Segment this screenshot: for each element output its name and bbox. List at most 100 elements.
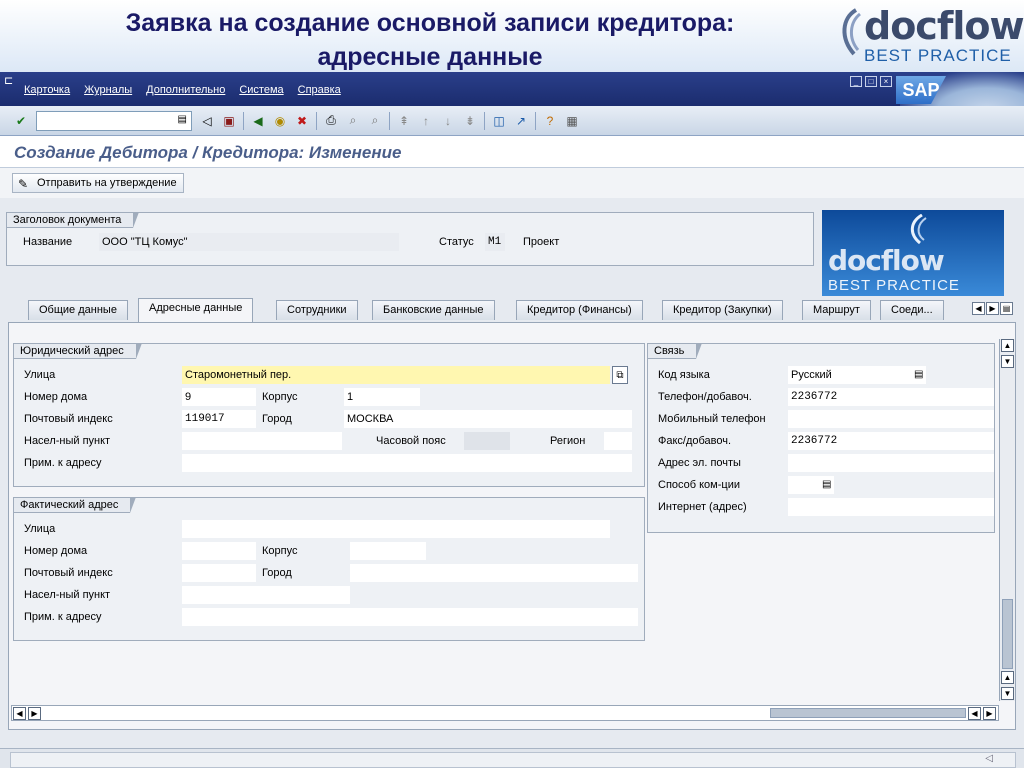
submit-for-approval-button[interactable]: ✎ Отправить на утверждение — [12, 173, 184, 193]
legal-building-field[interactable]: 1 — [344, 388, 420, 406]
comm-method-dropdown-icon[interactable]: ▤ — [822, 476, 831, 494]
legal-address-title: Юридический адрес — [13, 343, 142, 359]
actual-note-field[interactable] — [182, 608, 638, 626]
scroll-down-icon[interactable]: ▼ — [1001, 687, 1014, 700]
maximize-icon[interactable]: □ — [865, 76, 877, 87]
slide-header: Заявка на создание основной записи креди… — [0, 0, 1024, 72]
print-icon[interactable]: ⎙ — [322, 112, 340, 130]
legal-address-group: Юридический адрес Улица Старомонетный пе… — [13, 343, 645, 487]
scroll-left-icon[interactable]: ◀ — [968, 707, 981, 720]
actual-house-field[interactable] — [182, 542, 256, 560]
first-page-icon[interactable]: ⇞ — [395, 112, 413, 130]
document-header-title: Заголовок документа — [6, 212, 140, 228]
new-session-icon[interactable]: ◫ — [490, 112, 508, 130]
actual-locality-field[interactable] — [182, 586, 350, 604]
tab-address-data[interactable]: Адресные данные — [138, 298, 254, 322]
name-field[interactable]: ООО "ТЦ Комус" — [99, 233, 399, 251]
close-window-icon[interactable]: × — [880, 76, 892, 87]
menu-item-system[interactable]: Система — [239, 84, 283, 104]
horizontal-scrollbar[interactable]: ◀ ▶ ◀ ▶ — [11, 705, 999, 721]
legal-city-field[interactable]: МОСКВА — [344, 410, 632, 428]
timezone-field[interactable] — [464, 432, 510, 450]
last-page-icon[interactable]: ⇟ — [461, 112, 479, 130]
status-code-field[interactable]: M1 — [485, 233, 505, 251]
actual-street-field[interactable] — [182, 520, 610, 538]
scroll-down-icon[interactable]: ▼ — [1001, 355, 1014, 368]
legal-locality-field[interactable] — [182, 432, 342, 450]
docflow-swirl-icon — [842, 8, 862, 56]
previous-page-icon[interactable]: ↑ — [417, 112, 435, 130]
find-icon[interactable]: ⌕ — [344, 112, 362, 130]
slide-title-line-1: Заявка на создание основной записи креди… — [125, 9, 735, 37]
scroll-up-icon[interactable]: ▲ — [1001, 671, 1014, 684]
legal-postal-field[interactable]: 119017 — [182, 410, 256, 428]
horizontal-scroll-thumb[interactable] — [770, 708, 966, 718]
phone-field[interactable]: 2236772 — [788, 388, 994, 406]
tab-strip: Общие данные Адресные данные Сотрудники … — [14, 298, 1014, 322]
menu-item-journals[interactable]: Журналы — [84, 84, 132, 104]
layout-menu-icon[interactable]: ▦ — [563, 112, 581, 130]
tab-scroll-left-icon[interactable]: ◀ — [972, 302, 985, 315]
scroll-up-icon[interactable]: ▲ — [1001, 339, 1014, 352]
next-page-icon[interactable]: ↓ — [439, 112, 457, 130]
mobile-field[interactable] — [788, 410, 994, 428]
status-collapse-icon[interactable]: ◁ — [985, 753, 993, 764]
save-icon[interactable]: ▣ — [220, 112, 238, 130]
dropdown-icon[interactable]: ▤ — [178, 114, 187, 125]
actual-building-field[interactable] — [350, 542, 426, 560]
exit-icon[interactable]: ◉ — [271, 112, 289, 130]
vertical-scroll-thumb[interactable] — [1002, 599, 1013, 669]
email-field[interactable] — [788, 454, 994, 472]
tab-creditor-finance[interactable]: Кредитор (Финансы) — [516, 300, 643, 320]
back-icon[interactable]: ◀ — [249, 112, 267, 130]
command-field[interactable]: ▤ — [36, 110, 192, 131]
application-toolbar: ✎ Отправить на утверждение — [0, 168, 1024, 198]
help-icon[interactable]: ? — [541, 112, 559, 130]
timezone-label: Часовой пояс — [376, 435, 446, 447]
internet-field[interactable] — [788, 498, 994, 516]
legal-note-field[interactable] — [182, 454, 632, 472]
legal-house-field[interactable]: 9 — [182, 388, 256, 406]
tab-bank-data[interactable]: Банковские данные — [372, 300, 495, 320]
scroll-right-icon[interactable]: ▶ — [28, 707, 41, 720]
tab-scroll-right-icon[interactable]: ▶ — [986, 302, 999, 315]
legal-street-field[interactable]: Старомонетный пер. — [182, 366, 610, 384]
legal-postal-label: Почтовый индекс — [24, 413, 113, 425]
shortcut-icon[interactable]: ↗ — [512, 112, 530, 130]
comm-method-label: Способ ком-ции — [658, 479, 740, 491]
menu-item-extras[interactable]: Дополнительно — [146, 84, 225, 104]
tab-route[interactable]: Маршрут — [802, 300, 871, 320]
screen-title: Создание Дебитора / Кредитора: Изменение — [14, 143, 402, 162]
language-dropdown-icon[interactable]: ▤ — [914, 366, 923, 384]
menu-item-card[interactable]: Карточка — [24, 84, 70, 104]
enter-check-icon[interactable]: ✔ — [12, 112, 30, 130]
tab-connections[interactable]: Соеди... — [880, 300, 944, 320]
minimize-icon[interactable]: _ — [850, 76, 862, 87]
actual-city-field[interactable] — [350, 564, 638, 582]
toolbar-separator — [243, 111, 244, 130]
region-field[interactable] — [604, 432, 632, 450]
logo-wordmark: docflow — [828, 244, 945, 277]
address-details-icon[interactable]: ⧉ — [612, 366, 628, 384]
find-next-icon[interactable]: ⌕ — [366, 112, 384, 130]
language-field[interactable]: Русский — [788, 366, 926, 384]
actual-address-title: Фактический адрес — [13, 497, 137, 513]
fax-field[interactable]: 2236772 — [788, 432, 994, 450]
internet-label: Интернет (адрес) — [658, 501, 747, 513]
phone-label: Телефон/добавоч. — [658, 391, 752, 403]
menu-item-help[interactable]: Справка — [298, 84, 341, 104]
scroll-left-icon[interactable]: ◀ — [13, 707, 26, 720]
vertical-scrollbar[interactable]: ▲ ▼ ▲ ▼ — [999, 339, 1015, 701]
actual-postal-field[interactable] — [182, 564, 256, 582]
status-text: Проект — [523, 236, 560, 248]
tab-list-icon[interactable]: ▤ — [1000, 302, 1013, 315]
docflow-logo: docflow BEST PRACTICE — [834, 4, 1024, 68]
status-label: Статус — [439, 236, 474, 248]
tab-creditor-purchasing[interactable]: Кредитор (Закупки) — [662, 300, 783, 320]
tab-employees[interactable]: Сотрудники — [276, 300, 358, 320]
scroll-right-icon[interactable]: ▶ — [983, 707, 996, 720]
back-arrow-icon[interactable]: ◁ — [198, 112, 216, 130]
tab-general-data[interactable]: Общие данные — [28, 300, 128, 320]
logo-wordmark: docflow — [864, 4, 1024, 48]
cancel-icon[interactable]: ✖ — [293, 112, 311, 130]
